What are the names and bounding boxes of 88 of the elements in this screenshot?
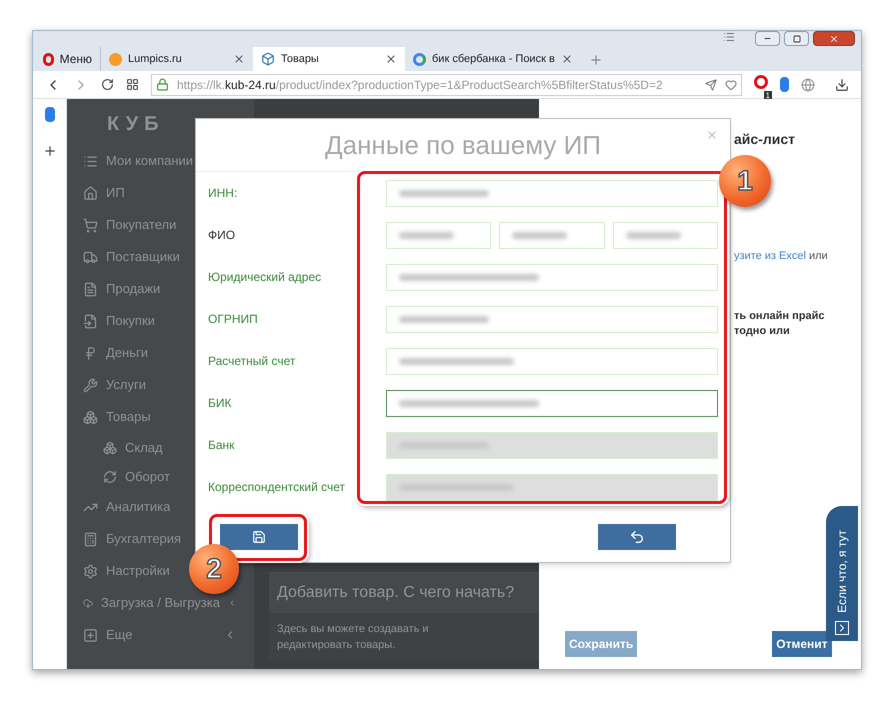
sidebar-item[interactable]: Деньги [67, 337, 152, 369]
chevron-icon[interactable] [835, 621, 849, 635]
maximize-button[interactable] [784, 31, 809, 46]
field-label: БИК [208, 395, 232, 412]
download-icon[interactable] [835, 78, 849, 92]
site-logo-icon [109, 52, 122, 66]
reload-icon[interactable] [101, 78, 114, 91]
tab-title: бик сбербанка - Поиск в [432, 52, 555, 67]
menu-item-icon [83, 250, 98, 264]
speed-dial-icon[interactable] [126, 78, 139, 91]
blurred-value [399, 232, 454, 238]
save-button[interactable] [220, 524, 298, 550]
logo-text: КУБ [106, 112, 165, 137]
sidebar-item[interactable]: Мои компании [67, 145, 198, 177]
back-button[interactable] [598, 524, 676, 550]
field-label: Юридический адрес [208, 269, 322, 286]
lock-icon [156, 78, 169, 91]
sidebar-item[interactable]: Покупки [67, 305, 159, 337]
sidebar-subitem[interactable]: Оборот [67, 462, 170, 491]
menu-item-icon [103, 470, 117, 484]
sidebar-item[interactable]: Еще [67, 619, 254, 651]
field-label: Корреспондентский счет [208, 479, 346, 496]
menu-item-icon [83, 218, 98, 232]
maximize-icon [792, 34, 800, 42]
opera-logo-icon [43, 52, 54, 66]
close-icon[interactable] [233, 53, 245, 65]
blurred-value [512, 232, 568, 238]
opera-extension-icon[interactable] [754, 74, 768, 88]
new-tab-icon[interactable] [589, 53, 603, 67]
close-icon[interactable] [385, 53, 397, 65]
heart-icon[interactable] [725, 78, 737, 90]
panel-heading: айс-лист [734, 130, 796, 149]
menu-item-icon [83, 314, 98, 328]
field-label: ИНН: [208, 185, 238, 202]
field-label: Банк [208, 437, 236, 454]
save-icon [252, 530, 266, 544]
sidebar-item[interactable]: Товары [67, 401, 155, 433]
field-label: ОГРНИП [208, 311, 259, 328]
undo-arrow-icon [629, 529, 645, 545]
send-icon[interactable] [705, 78, 717, 90]
sidebar-item[interactable]: Продажи [67, 273, 164, 305]
globe-icon[interactable] [801, 78, 815, 92]
menu-item-icon [83, 282, 98, 296]
sidebar-item[interactable]: Поставщики [67, 241, 184, 273]
modal-title: Данные по вашему ИП [325, 128, 601, 162]
browser-tab[interactable]: Lumpics.ru [101, 47, 253, 71]
sidebar-item[interactable]: Покупатели [67, 209, 180, 241]
menu-item-icon [83, 154, 98, 168]
import-text: узите из Excel или [734, 249, 829, 264]
menu-item-icon [83, 410, 98, 424]
input-field[interactable] [386, 390, 718, 416]
sidebar-item[interactable]: Аналитика [67, 491, 174, 523]
browser-tab[interactable]: бик сбербанка - Поиск в [405, 47, 577, 71]
panel-button[interactable]: Отменит [772, 631, 832, 657]
excel-link[interactable]: узите из Excel [734, 250, 806, 262]
url-text: https://lk.kub-24.ru/product/index?productionType=1&ProductSearch%5BfilterStatus%5D=2 [177, 76, 664, 94]
name-field[interactable] [612, 222, 718, 248]
card-text: Здесь вы можете создавать и редактировать товары. [276, 622, 430, 653]
menu-item-icon [83, 346, 98, 360]
sidebar-item[interactable]: Бухгалтерия [67, 523, 186, 555]
sidebar-item[interactable]: Настройки [67, 555, 174, 587]
name-field[interactable] [386, 222, 492, 248]
tab-title: Товары [281, 52, 319, 67]
cube-icon [261, 52, 275, 66]
close-icon[interactable] [560, 53, 573, 65]
field-label: ФИО [208, 227, 236, 244]
sidebar-subitem[interactable]: Склад [67, 433, 163, 462]
close-icon [829, 34, 839, 44]
field-label: Расчетный счет [208, 353, 296, 370]
bold-text: тодно или [734, 324, 791, 338]
menu-item-icon [83, 564, 98, 578]
close-button[interactable] [813, 31, 855, 46]
help-tab[interactable]: Если что, я тут [826, 506, 858, 641]
menu-item-icon [103, 440, 117, 454]
add-panel-icon[interactable] [42, 144, 56, 158]
card-title: Добавить товар. С чего начать? [269, 573, 539, 613]
browser-tab[interactable]: Товары [253, 47, 405, 71]
menu-item-icon [83, 628, 98, 642]
tab-title: Lumpics.ru [128, 52, 182, 67]
menu-item-icon [83, 532, 98, 546]
name-field[interactable] [499, 222, 605, 248]
menu-item-icon [83, 378, 98, 392]
address-bar[interactable]: https://lk.kub-24.ru/product/index?productionType=1&ProductSearch%5BfilterStatus%5D=2 [151, 74, 742, 96]
menu-item-icon [83, 186, 98, 200]
blurred-value [626, 232, 681, 238]
sidebar-item[interactable]: ИП [67, 177, 129, 209]
bold-text: ть онлайн прайс [734, 308, 826, 324]
sidebar-item[interactable]: Услуги [67, 369, 150, 401]
